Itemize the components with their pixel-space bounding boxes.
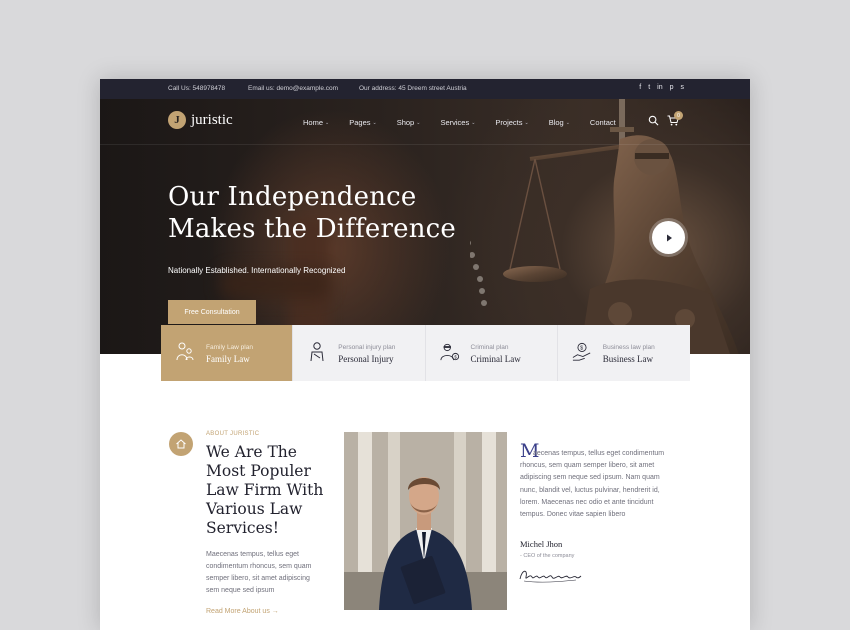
- nav-label: Services: [440, 118, 470, 127]
- card-plan: Criminal plan: [470, 344, 509, 351]
- card-plan: Personal injury plan: [338, 344, 396, 351]
- about-text-line: sem neque sed ipsum: [206, 587, 275, 594]
- ceo-quote: aecenas tempus, tellus eget condimentum …: [520, 448, 690, 521]
- card-title: Criminal Law: [470, 354, 521, 364]
- criminal-law-icon: $: [439, 343, 459, 361]
- play-icon: [666, 234, 672, 241]
- hero-title-line-1: Our Independence: [168, 182, 417, 212]
- social-links: f t in p s: [639, 84, 684, 91]
- logo-text: juristic: [191, 111, 233, 128]
- family-law-icon: [176, 342, 194, 361]
- chevron-down-icon: ⌄: [565, 119, 570, 126]
- svg-text:$: $: [454, 354, 457, 359]
- quote-line: adipiscing sem neque sed ipsum. Nam quam: [520, 474, 660, 482]
- nav-label: Pages: [349, 118, 371, 127]
- nav-item-projects[interactable]: Projects ⌄: [495, 118, 528, 127]
- nav-item-contact[interactable]: Contact: [590, 118, 616, 127]
- practice-area-cards: Family Law plan Family Law Personal inju…: [161, 325, 690, 381]
- quote-line: aecenas tempus, tellus eget condimentum: [533, 450, 665, 457]
- business-law-icon: $: [572, 342, 591, 361]
- about-description: Maecenas tempus, tellus eget condimentum…: [206, 549, 326, 597]
- card-business-law[interactable]: $ Business law plan Business Law: [558, 325, 690, 381]
- chevron-down-icon: ⌄: [372, 119, 377, 126]
- logo-badge-icon: J: [168, 111, 186, 129]
- about-title-line: Services!: [206, 519, 279, 537]
- quote-line: nunc, blandit vel, luctus pulvinar, hend…: [520, 486, 660, 494]
- quote-author: Michel Jhon: [520, 539, 563, 549]
- nav-item-blog[interactable]: Blog ⌄: [549, 118, 570, 127]
- about-title: We Are The Most Populer Law Firm With Va…: [206, 443, 323, 538]
- nav-label: Shop: [396, 118, 415, 127]
- nav-item-pages[interactable]: Pages ⌄: [349, 118, 376, 127]
- card-plan: Family Law plan: [206, 344, 253, 351]
- about-home-icon: [169, 432, 193, 456]
- linkedin-icon[interactable]: in: [657, 84, 662, 91]
- email-info[interactable]: Email us: demo@example.com: [248, 85, 338, 92]
- card-family-law[interactable]: Family Law plan Family Law: [161, 325, 294, 381]
- about-title-line: Various Law: [206, 500, 303, 518]
- chevron-down-icon: ⌄: [524, 119, 529, 126]
- top-info-bar: Call Us: 548978478 Email us: demo@exampl…: [100, 79, 750, 99]
- about-title-line: Law Firm With: [206, 481, 324, 499]
- about-eyebrow: ABOUT JURISTIC: [206, 431, 260, 437]
- personal-injury-icon: [310, 342, 324, 362]
- nav-item-shop[interactable]: Shop ⌄: [397, 118, 421, 127]
- card-title: Family Law: [206, 354, 250, 364]
- read-more-about-link[interactable]: Read More About us →: [206, 608, 279, 615]
- about-text-line: Maecenas tempus, tellus eget: [206, 551, 299, 558]
- chevron-down-icon: ⌄: [325, 119, 330, 126]
- website-page: Our Independence Makes the Difference Na…: [100, 79, 750, 630]
- svg-text:$: $: [580, 346, 583, 352]
- signature-image: [519, 570, 582, 583]
- nav-label: Contact: [589, 118, 616, 127]
- site-logo[interactable]: J juristic: [168, 111, 233, 129]
- quote-line: lorem. Maecenas nec odio et ante tincidu…: [520, 498, 654, 506]
- cart-count-badge: 0: [674, 111, 683, 120]
- card-plan: Business law plan: [602, 344, 655, 351]
- address-info: Our address: 45 Dreem street Austria: [359, 85, 467, 92]
- search-icon[interactable]: [648, 115, 659, 126]
- nav-label: Home: [303, 118, 324, 127]
- about-title-line: Most Populer: [206, 462, 311, 480]
- card-title: Personal Injury: [338, 354, 394, 364]
- nav-item-services[interactable]: Services ⌄: [440, 118, 475, 127]
- lawyer-photo: [344, 432, 507, 610]
- main-navbar: J juristic Home ⌄ Pages ⌄ Shop ⌄ Services ⌄ …: [100, 99, 750, 145]
- about-title-line: We Are The: [206, 443, 297, 461]
- lawyer-portrait-image: [344, 432, 507, 610]
- card-title: Business Law: [602, 354, 653, 364]
- about-text-line: semper libero, sit amet adipiscing: [206, 575, 310, 582]
- chevron-down-icon: ⌄: [471, 119, 476, 126]
- card-personal-injury[interactable]: Personal injury plan Personal Injury: [293, 325, 426, 381]
- hero-title: Our Independence Makes the Difference: [168, 181, 456, 245]
- phone-info: Call Us: 548978478: [168, 85, 226, 92]
- twitter-icon[interactable]: t: [648, 84, 650, 91]
- nav-item-home[interactable]: Home ⌄: [303, 118, 329, 127]
- hero-title-line-2: Makes the Difference: [168, 214, 457, 244]
- facebook-icon[interactable]: f: [639, 84, 641, 91]
- play-video-button[interactable]: [652, 221, 685, 254]
- nav-label: Blog: [548, 118, 564, 127]
- skype-icon[interactable]: s: [681, 84, 685, 91]
- nav-menu: Home ⌄ Pages ⌄ Shop ⌄ Services ⌄ Projects ⌄ B…: [303, 118, 616, 127]
- nav-label: Projects: [495, 118, 523, 127]
- about-text-line: condimentum rhoncus, sem quam: [206, 563, 312, 570]
- free-consultation-button[interactable]: Free Consultation: [168, 300, 256, 324]
- card-criminal-law[interactable]: $ Criminal plan Criminal Law: [426, 325, 558, 381]
- quote-line: tempus. Donec vitae sapien libero: [520, 511, 626, 519]
- hero-subtitle: Nationally Established. Internationally …: [168, 266, 346, 275]
- chevron-down-icon: ⌄: [416, 119, 421, 126]
- pinterest-icon[interactable]: p: [670, 84, 674, 91]
- home-icon: [176, 439, 186, 449]
- quote-author-role: - CEO of the company: [520, 553, 575, 559]
- quote-line: rhoncus, sem quam semper libero, sit ame…: [520, 462, 655, 470]
